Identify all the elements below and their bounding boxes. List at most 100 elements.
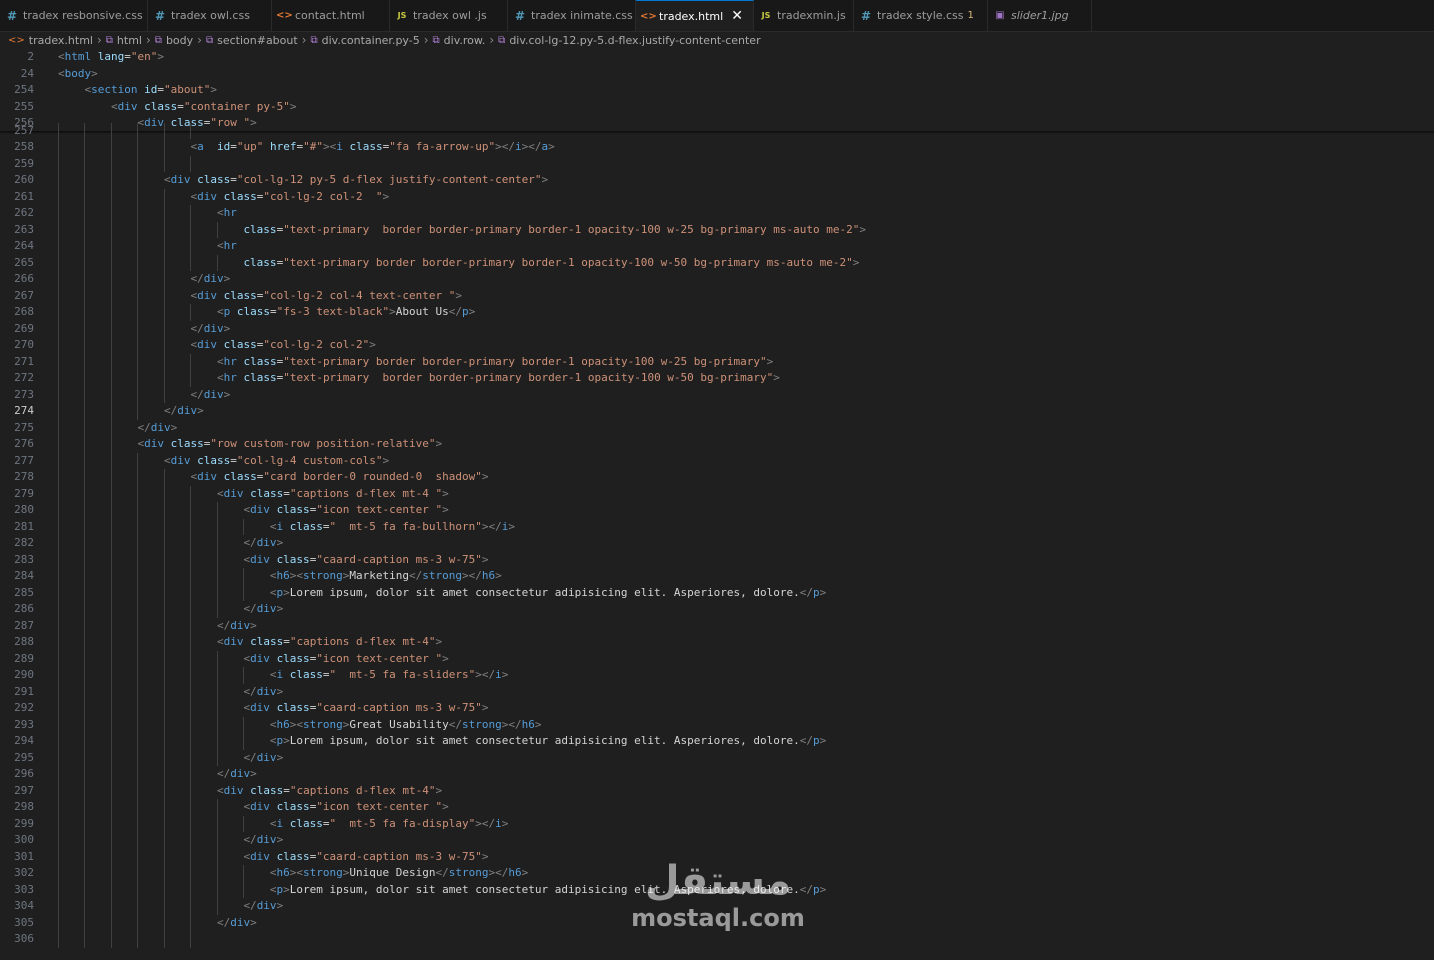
code-editor[interactable]: 2 <html lang="en"> 24 <body> 254 <section id… — [0, 49, 1434, 960]
code-line[interactable]: 278 <div class="card border-0 rounded-0 … — [0, 469, 1434, 486]
code-text: </div> — [58, 387, 230, 404]
code-line[interactable]: 254 <section id="about"> — [0, 82, 1434, 99]
code-token-tag: p — [462, 305, 469, 318]
breadcrumb-label: section#about — [217, 33, 298, 47]
code-line[interactable]: 306 — [0, 931, 1434, 948]
breadcrumb-label: div.row. — [443, 33, 486, 47]
code-line[interactable]: 266 </div> — [0, 271, 1434, 288]
code-line[interactable]: 292 <div class="caard-caption ms-3 w-75"… — [0, 700, 1434, 717]
code-line[interactable]: 273 </div> — [0, 386, 1434, 404]
code-token-bracket: </ — [190, 272, 204, 285]
code-line[interactable]: 287 </div> — [0, 617, 1434, 634]
code-line[interactable]: 270 <div class="col-lg-2 col-2"> — [0, 337, 1434, 354]
code-line[interactable]: 297 <div class="captions d-flex mt-4"> — [0, 782, 1434, 799]
code-line[interactable]: 259 — [0, 155, 1434, 172]
code-line[interactable]: 302 <h6><strong>Unique Design</strong></… — [0, 865, 1434, 882]
code-line[interactable]: 304 </div> — [0, 898, 1434, 915]
code-token-text: = — [322, 668, 330, 681]
code-line[interactable]: 279 <div class="captions d-flex mt-4 "> — [0, 485, 1434, 502]
code-line[interactable]: 271 <hr class="text-primary border borde… — [0, 353, 1434, 370]
breadcrumb-item[interactable]: ⧉ div.col-lg-12.py-5.d-flex.justify-conte… — [498, 34, 760, 47]
code-line[interactable]: 268 <p class="fs-3 text-black">About Us<… — [0, 304, 1434, 321]
code-token-bracket: </ — [243, 536, 257, 549]
code-line[interactable]: 300 </div> — [0, 832, 1434, 849]
breadcrumb-item[interactable]: ⧉ body — [155, 34, 193, 47]
code-token-bracket: ></ — [481, 519, 502, 533]
code-token-bracket: < — [163, 173, 171, 186]
tab-7[interactable]: # tradex style.css 1 — [854, 0, 988, 31]
code-line[interactable]: 277 <div class="col-lg-4 custom-cols"> — [0, 452, 1434, 469]
line-number: 291 — [14, 684, 34, 698]
code-line[interactable]: 285 <p>Lorem ipsum, dolor sit amet conse… — [0, 584, 1434, 601]
code-line[interactable]: 301 <div class="caard-caption ms-3 w-75"… — [0, 848, 1434, 865]
line-number: 293 — [14, 717, 34, 731]
code-line[interactable]: 281 <i class=" mt-5 fa fa-bullhorn"></i> — [0, 518, 1434, 535]
code-token-text: Great Usability — [349, 717, 449, 731]
code-line[interactable]: 295 </div> — [0, 749, 1434, 766]
code-line[interactable]: 283 <div class="caard-caption ms-3 w-75"… — [0, 551, 1434, 568]
html-file-icon: <> — [8, 34, 25, 46]
close-icon[interactable]: ✕ — [731, 8, 743, 24]
code-token-bracket: > — [495, 569, 502, 582]
code-line[interactable]: 291 </div> — [0, 683, 1434, 700]
line-number: 274 — [14, 404, 34, 417]
code-line[interactable]: 274 </div> — [0, 403, 1434, 420]
breadcrumb-item[interactable]: ⧉ section#about — [206, 34, 298, 47]
code-token-tag: section — [91, 83, 138, 96]
tab-2[interactable]: <> contact.html — [272, 0, 390, 31]
breadcrumb-item[interactable]: ⧉ div.row. — [433, 34, 486, 47]
code-line[interactable]: 269 </div> — [0, 320, 1434, 337]
code-line[interactable]: 298 <div class="icon text-center "> — [0, 799, 1434, 816]
code-line[interactable]: 289 <div class="icon text-center "> — [0, 650, 1434, 667]
tab-0[interactable]: # tradex resbonsive.css — [0, 0, 148, 31]
code-token-string: "up" — [236, 140, 264, 153]
code-line[interactable]: 264 <hr — [0, 238, 1434, 255]
code-token-string: "caard-caption ms-3 w-75" — [316, 849, 482, 863]
code-line[interactable]: 267 <div class="col-lg-2 col-4 text-cent… — [0, 287, 1434, 304]
element-icon: ⧉ — [432, 34, 440, 46]
code-line[interactable]: 305 </div> — [0, 914, 1434, 931]
tab-8[interactable]: ▣ slider1.jpg — [988, 0, 1092, 31]
code-line[interactable]: 255 <div class="container py-5"> — [0, 99, 1434, 116]
code-line[interactable]: 263 class="text-primary border border-pr… — [0, 221, 1434, 238]
code-line[interactable]: 282 </div> — [0, 535, 1434, 552]
code-line[interactable]: 303 <p>Lorem ipsum, dolor sit amet conse… — [0, 881, 1434, 898]
code-line[interactable]: 2 <html lang="en"> — [0, 49, 1434, 66]
code-line[interactable]: 290 <i class=" mt-5 fa fa-sliders"></i> — [0, 667, 1434, 684]
code-line[interactable]: 261 <div class="col-lg-2 col-2 "> — [0, 188, 1434, 205]
code-line[interactable]: 276 <div class="row custom-row position-… — [0, 436, 1434, 453]
code-line[interactable]: 275 </div> — [0, 419, 1434, 436]
line-number: 299 — [14, 816, 34, 830]
code-token-bracket: </ — [799, 734, 813, 747]
code-line[interactable]: 258 <a id="up" href="#"><i class="fa fa-… — [0, 139, 1434, 156]
code-line[interactable]: 265 class="text-primary border border-pr… — [0, 254, 1434, 271]
code-token-string: "card border-0 rounded-0 shadow" — [263, 470, 482, 483]
code-line[interactable]: 294 <p>Lorem ipsum, dolor sit amet conse… — [0, 733, 1434, 750]
code-line[interactable]: 284 <h6><strong>Marketing</strong></h6> — [0, 568, 1434, 585]
tab-4[interactable]: # tradex inimate.css — [508, 0, 636, 31]
tab-6[interactable]: JS tradexmin.js — [754, 0, 854, 31]
code-token-tag: strong — [448, 866, 489, 879]
code-line[interactable]: 296 </div> — [0, 766, 1434, 783]
tab-label: contact.html — [295, 9, 365, 22]
breadcrumb-item[interactable]: ⧉ html — [106, 34, 142, 47]
code-line[interactable]: 293 <h6><strong>Great Usability</strong>… — [0, 716, 1434, 733]
tab-3[interactable]: JS tradex owl .js — [390, 0, 508, 31]
code-line[interactable]: 260 <div class="col-lg-12 py-5 d-flex ju… — [0, 172, 1434, 189]
code-line[interactable]: 286 </div> — [0, 601, 1434, 618]
code-line[interactable]: 280 <div class="icon text-center "> — [0, 502, 1434, 519]
code-line[interactable]: 262 <hr — [0, 205, 1434, 222]
breadcrumb-item[interactable]: ⧉ div.container.py-5 — [311, 34, 420, 47]
code-line[interactable]: 288 <div class="captions d-flex mt-4"> — [0, 634, 1434, 651]
tab-5[interactable]: <> tradex.html ✕ — [636, 0, 754, 31]
code-token-bracket: < — [269, 519, 277, 533]
code-token-bracket: </ — [799, 882, 813, 896]
tab-1[interactable]: # tradex owl.css — [148, 0, 272, 31]
code-line[interactable]: 24 <body> — [0, 66, 1434, 83]
code-line[interactable]: 272 <hr class="text-primary border borde… — [0, 370, 1434, 387]
breadcrumb-item[interactable]: <> tradex.html — [8, 34, 93, 47]
code-line[interactable]: 257 — [0, 122, 1434, 139]
code-line[interactable]: 299 <i class=" mt-5 fa fa-display"></i> — [0, 815, 1434, 832]
code-token-bracket: > — [501, 668, 509, 681]
